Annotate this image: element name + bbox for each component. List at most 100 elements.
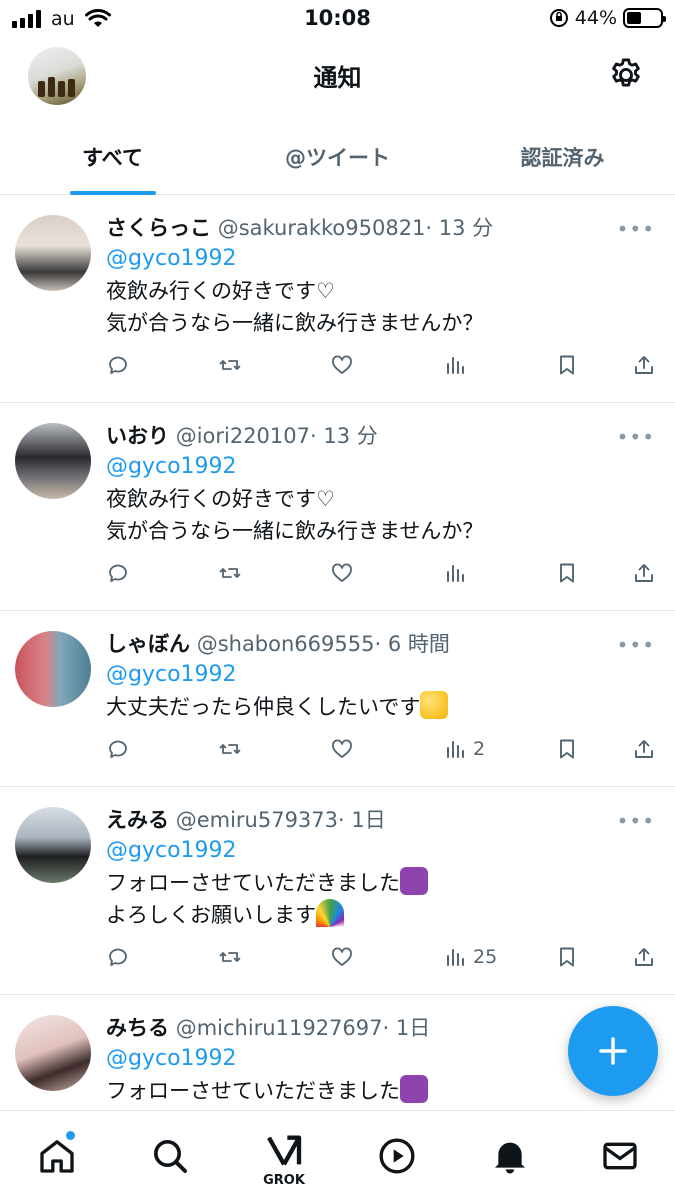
grok-label: GROK [263,1173,305,1188]
user-handle: @emiru579373 [175,808,339,832]
heart-icon [332,355,352,374]
timestamp: · 6 時間 [374,632,450,656]
tab-mentions[interactable]: @ツイート [225,115,450,194]
mention-link[interactable]: @gyco1992 [106,451,655,483]
share-button[interactable] [632,737,656,761]
mention-link[interactable]: @gyco1992 [106,835,655,867]
yellow-heart-emoji [420,691,449,719]
share-icon [635,948,653,966]
avatar[interactable] [15,215,91,291]
user-handle: @sakurakko950821 [217,216,426,240]
retweet-icon [219,744,241,754]
tab-verified[interactable]: 認証済み [450,115,675,194]
like-button[interactable] [330,561,354,585]
more-options-icon[interactable]: ••• [617,425,655,449]
home-icon[interactable] [37,1136,77,1176]
timestamp: · 1日 [338,808,386,832]
views-button[interactable] [443,561,467,585]
user-handle: @iori220107 [175,424,311,448]
retweet-button[interactable] [218,561,242,585]
more-options-icon[interactable]: ••• [617,809,655,833]
avatar[interactable] [15,631,91,707]
battery-percent: 44% [574,7,617,29]
like-button[interactable] [330,945,354,969]
like-button[interactable] [330,353,354,377]
tweet-text-line: 夜飲み行くの好きです♡ [106,279,335,303]
bookmark-button[interactable] [555,561,579,585]
timestamp: · 13 分 [425,216,494,240]
mention-link[interactable]: @gyco1992 [106,659,655,691]
bookmark-button[interactable] [555,737,579,761]
reply-button[interactable] [106,561,130,585]
display-name: えみる [106,808,169,832]
search-icon[interactable] [150,1136,190,1176]
views-icon [447,357,464,374]
tweet-text-line: よろしくお願いします [106,903,316,927]
like-button[interactable] [330,737,354,761]
share-icon [635,356,653,374]
retweet-button[interactable] [218,353,242,377]
retweet-button[interactable] [218,945,242,969]
views-button[interactable]: 25 [443,945,497,969]
avatar[interactable] [15,1015,91,1091]
share-button[interactable] [632,945,656,969]
tweet-text-line: フォローさせていただきました [106,1079,400,1103]
notification-feed[interactable]: ••• さくらっこ @sakurakko950821· 13 分 @gyco19… [0,195,675,1110]
rainbow-emoji [316,899,344,927]
views-button[interactable]: 2 [443,737,485,761]
more-options-icon[interactable]: ••• [617,217,655,241]
gear-icon[interactable] [607,56,645,94]
reply-button[interactable] [106,945,130,969]
tweet[interactable]: ••• えみる @emiru579373· 1日 @gyco1992 フォローさ… [0,787,675,995]
more-options-icon[interactable]: ••• [617,633,655,657]
timestamp: · 13 分 [310,424,378,448]
display-name: いおり [106,424,169,448]
tweet-text-line: 気が合うなら一緒に飲み行きませんか？ [106,311,484,335]
retweet-icon [219,952,241,962]
tab-all-label: すべて [82,146,143,170]
views-button[interactable] [443,353,467,377]
mention-link[interactable]: @gyco1992 [106,243,655,275]
messages-icon[interactable] [600,1136,640,1176]
display-name: しゃぼん [106,632,190,656]
reply-icon [109,356,127,374]
bookmark-icon [560,563,574,583]
avatar[interactable] [15,423,91,499]
tweet[interactable]: ••• さくらっこ @sakurakko950821· 13 分 @gyco19… [0,195,675,403]
heart-icon [332,947,352,966]
tab-all[interactable]: すべて [0,115,225,195]
heart-icon [332,739,352,758]
tweet[interactable]: ••• いおり @iori220107· 13 分 @gyco1992 夜飲み行… [0,403,675,611]
retweet-icon [219,360,241,370]
avatar[interactable] [15,807,91,883]
compose-button[interactable] [568,1006,658,1096]
retweet-icon [219,568,241,578]
views-icon [447,565,464,582]
video-play-icon[interactable] [377,1136,417,1176]
display-name: みちる [106,1016,169,1040]
share-button[interactable] [632,353,656,377]
tweet-text-line: 大丈夫だったら仲良くしたいです [106,695,421,719]
views-icon [447,949,464,966]
bookmark-button[interactable] [555,945,579,969]
views-count: 25 [473,946,498,968]
battery-icon [623,8,666,28]
notification-tabs: すべて @ツイート 認証済み [0,115,675,195]
grok-icon[interactable] [264,1131,304,1171]
plus-icon [599,1037,627,1065]
views-icon [447,741,464,758]
retweet-button[interactable] [218,737,242,761]
purple-heart-emoji [400,1075,428,1103]
timestamp: · 1日 [382,1016,431,1040]
purple-heart-emoji [400,867,428,895]
reply-button[interactable] [106,737,130,761]
notifications-bell-icon[interactable] [490,1136,530,1176]
share-button[interactable] [632,561,656,585]
bookmark-button[interactable] [555,353,579,377]
reply-button[interactable] [106,353,130,377]
share-icon [635,564,653,582]
tweet-text-line: 夜飲み行くの好きです♡ [106,487,335,511]
tab-mentions-label: @ツイート [285,146,390,170]
tweet[interactable]: ••• しゃぼん @shabon669555· 6 時間 @gyco1992 大… [0,611,675,787]
home-notification-dot [66,1131,75,1140]
